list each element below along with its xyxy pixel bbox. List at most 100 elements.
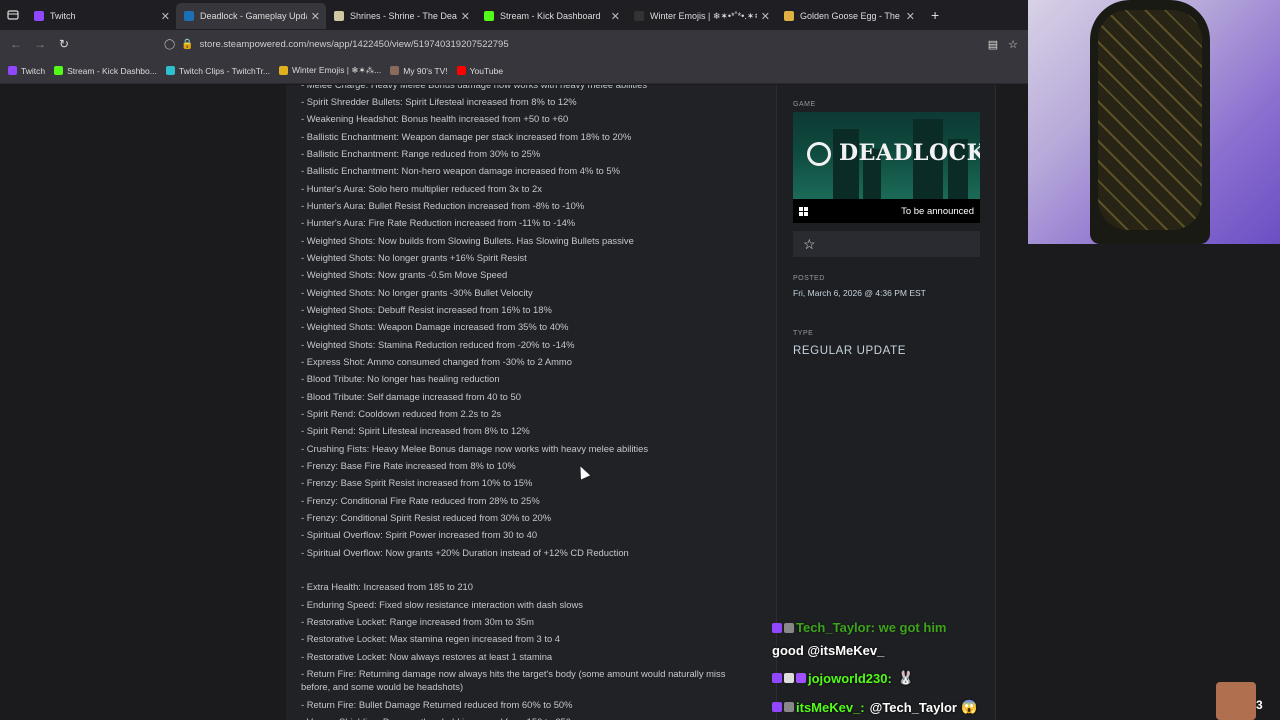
patch-note-line: - Weighted Shots: Weapon Damage increase… [301, 321, 569, 332]
close-tab-icon[interactable]: ✕ [906, 10, 915, 23]
patch-note-line: - Hunter's Aura: Bullet Resist Reduction… [301, 200, 585, 211]
tab-title: Shrines - Shrine - The Deadlock [350, 11, 457, 21]
patch-note-line: - Spirit Shredder Bullets: Spirit Lifest… [301, 96, 577, 107]
patch-note-line: - Frenzy: Base Spirit Resist increased f… [301, 477, 533, 488]
patch-note-line: - Extra Health: Increased from 185 to 21… [301, 581, 473, 592]
close-tab-icon[interactable]: ✕ [611, 10, 620, 23]
browser-tab[interactable]: Stream - Kick Dashboard ✕ [476, 3, 626, 29]
game-capsule-image[interactable]: DEADLOCK [793, 112, 980, 199]
new-tab-button[interactable]: + [931, 7, 939, 23]
tab-title: Deadlock - Gameplay Update [200, 11, 307, 21]
nav-bar: ← → ↻ ◯ 🔒 store.steampowered.com/news/ap… [0, 30, 1028, 58]
patch-note-line: - Enduring Speed: Fixed slow resistance … [301, 599, 583, 610]
game-title: DEADLOCK [839, 140, 980, 166]
bookmark-star-icon[interactable]: ☆ [1008, 38, 1018, 51]
chat-message: jojoworld230: 🐰 [772, 670, 914, 686]
emote-icon: 😱 [960, 699, 978, 714]
tab-bar: Twitch ✕ Deadlock - Gameplay Update ✕ Shrine… [0, 0, 1028, 30]
chat-overlay: Tech_Taylor: we got him good @itsMeKev_ … [772, 620, 1072, 720]
bookmark-item[interactable]: Stream - Kick Dashbo... [54, 66, 157, 76]
reader-view-icon[interactable]: ▤ [988, 38, 998, 51]
deadlock-logo-icon [807, 142, 831, 166]
chair-pattern [1098, 10, 1202, 230]
game-label: GAME [793, 101, 816, 108]
patch-note-line: - Frenzy: Conditional Fire Rate reduced … [301, 495, 540, 506]
patch-note-line: - Hunter's Aura: Solo hero multiplier re… [301, 183, 542, 194]
emote-icon: 🐰 [897, 670, 914, 685]
guest-camera [1216, 682, 1256, 720]
bookmark-label: Winter Emojis | ❄✶⁂... [292, 65, 382, 75]
bookmark-label: My 90's TV! [403, 65, 448, 76]
patch-note-line: - Return Fire: Bullet Damage Returned re… [301, 699, 573, 710]
viewer-count: 3 [1256, 698, 1263, 712]
url-text[interactable]: store.steampowered.com/news/app/1422450/… [200, 39, 509, 50]
bookmark-item[interactable]: My 90's TV! [390, 65, 448, 76]
posted-label: POSTED [793, 275, 825, 282]
patch-note-line: - Weighted Shots: Stamina Reduction redu… [301, 339, 575, 350]
forward-button[interactable]: → [28, 37, 52, 51]
wishlist-button[interactable]: ☆ [793, 231, 980, 257]
browser-tab[interactable]: Deadlock - Gameplay Update ✕ [176, 3, 326, 29]
chat-message-continued: good @itsMeKev_ [772, 643, 885, 658]
patch-note-line: - Restorative Locket: Range increased fr… [301, 616, 534, 627]
back-button[interactable]: ← [4, 37, 28, 51]
patch-note-line: - Ballistic Enchantment: Weapon damage p… [301, 131, 632, 142]
tab-favicon-icon [34, 11, 44, 21]
patch-note-line: - Veneer Shielding: Damage threshold inc… [301, 716, 571, 720]
browser-tab[interactable]: Shrines - Shrine - The Deadlock ✕ [326, 3, 476, 29]
bookmark-favicon-icon [390, 66, 400, 75]
patch-note-line: - Spiritual Overflow: Now grants +20% Du… [301, 547, 629, 558]
patch-note-line: - Weighted Shots: Now builds from Slowin… [301, 235, 634, 246]
windows-icon [799, 206, 808, 216]
close-tab-icon[interactable]: ✕ [461, 10, 470, 23]
close-tab-icon[interactable]: ✕ [161, 10, 170, 23]
bookmark-item[interactable]: Twitch [8, 66, 45, 76]
bookmark-item[interactable]: Twitch Clips - TwitchTr... [165, 66, 270, 76]
patch-note-line: - Crushing Fists: Heavy Melee Bonus dama… [301, 443, 649, 454]
release-status-text: To be announced [901, 205, 974, 217]
tab-menu-icon[interactable] [0, 0, 26, 30]
bookmark-label: Stream - Kick Dashbo... [67, 65, 157, 76]
bookmark-label: YouTube [469, 65, 504, 76]
lock-icon[interactable]: 🔒 [181, 39, 193, 50]
browser-tab[interactable]: Twitch ✕ [26, 3, 176, 29]
star-icon: ☆ [803, 235, 816, 252]
shield-icon[interactable]: ◯ [164, 39, 175, 50]
webcam-feed [1028, 0, 1280, 244]
patch-note-line: - Spirit Rend: Cooldown reduced from 2.2… [301, 408, 502, 419]
tab-title: Stream - Kick Dashboard [500, 11, 601, 21]
tab-favicon-icon [634, 11, 644, 21]
reload-button[interactable]: ↻ [52, 37, 76, 51]
patch-note-line: - Restorative Locket: Now always restore… [301, 651, 553, 662]
chat-message: itsMeKev_: @Tech_Taylor 😱 [772, 699, 977, 715]
patch-note-line: - Weighted Shots: No longer grants +16% … [301, 252, 527, 263]
bookmark-favicon-icon [456, 66, 466, 75]
bookmarks-bar: Twitch Stream - Kick Dashbo... Twitch Clip… [0, 58, 1028, 84]
patch-note-line: - Return Fire: Returning damage now alwa… [301, 668, 726, 679]
patch-note-line: - Express Shot: Ammo consumed changed fr… [301, 356, 572, 367]
bookmark-label: Twitch [21, 65, 46, 76]
tab-title: Golden Goose Egg - The Deadl [800, 11, 902, 21]
patch-note-line: - Frenzy: Conditional Spirit Resist redu… [301, 512, 552, 523]
chat-username: jojoworld230: [808, 670, 892, 686]
type-label: TYPE [793, 330, 814, 337]
patch-note-line: - Spirit Rend: Spirit Lifesteal increase… [301, 425, 530, 436]
posted-date: Fri, March 6, 2026 @ 4:36 PM EST [793, 288, 926, 298]
nav-actions: ▤ ☆ [988, 38, 1018, 51]
bookmark-item[interactable]: Winter Emojis | ❄✶⁂... [279, 65, 381, 76]
patch-note-line: - Weighted Shots: Now grants -0.5m Move … [301, 269, 508, 280]
url-bar[interactable]: ◯ 🔒 store.steampowered.com/news/app/1422… [164, 39, 904, 50]
close-tab-icon[interactable]: ✕ [311, 10, 320, 23]
tab-title: Winter Emojis | ❄✶•*˚*•.✶❄˚* [650, 10, 757, 21]
tab-title: Twitch [50, 11, 76, 21]
patch-note-line: before, and some would be headshots) [301, 681, 464, 692]
bookmark-item[interactable]: YouTube [456, 65, 504, 76]
tab-list: Twitch ✕ Deadlock - Gameplay Update ✕ Shrine… [26, 1, 921, 29]
browser-tab[interactable]: Winter Emojis | ❄✶•*˚*•.✶❄˚* ✕ [626, 3, 776, 29]
close-tab-icon[interactable]: ✕ [761, 10, 770, 23]
browser-tab[interactable]: Golden Goose Egg - The Deadl ✕ [776, 3, 921, 29]
patch-note-line: - Ballistic Enchantment: Range reduced f… [301, 148, 541, 159]
release-status: To be announced [793, 199, 980, 223]
patch-note-line: - Weighted Shots: Debuff Resist increase… [301, 304, 552, 315]
chat-text: Tech_Taylor: we got him [796, 620, 947, 635]
